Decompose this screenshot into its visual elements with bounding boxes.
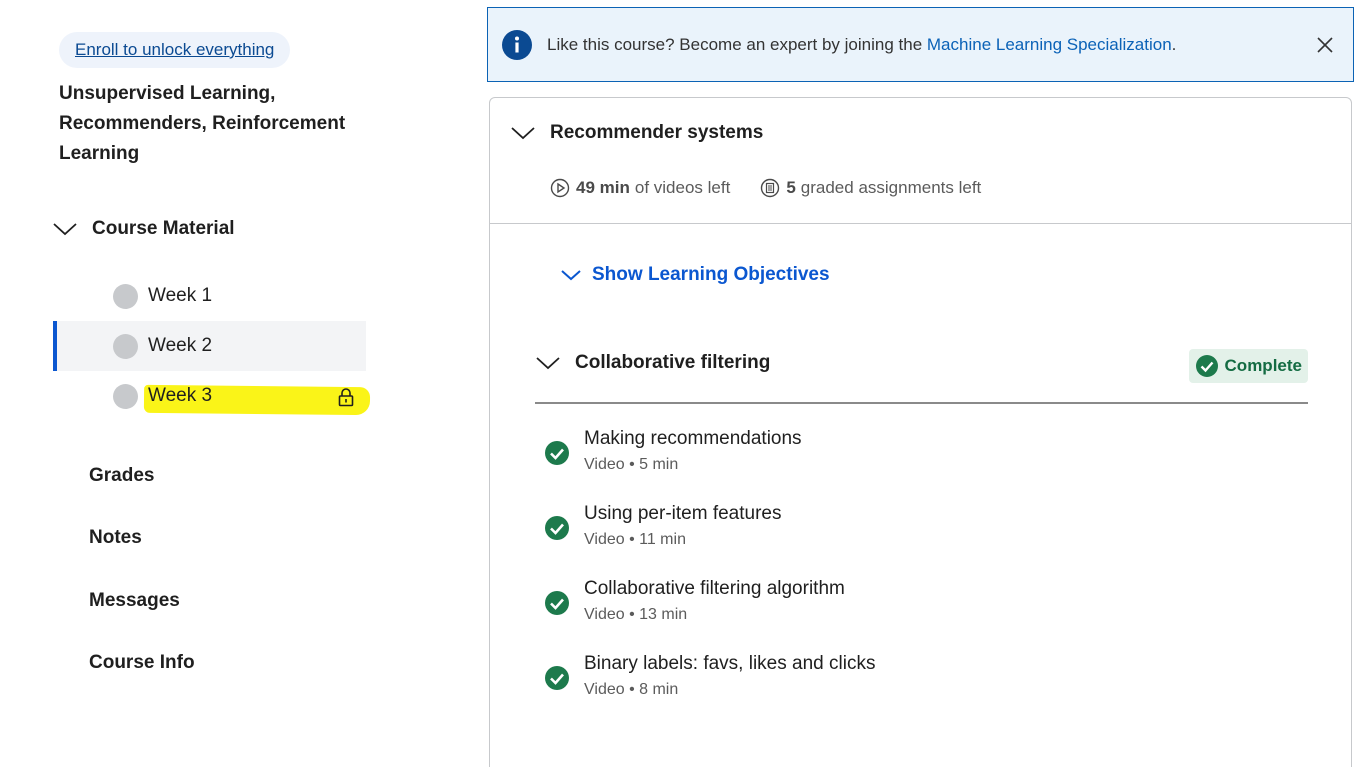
check-circle-icon — [545, 441, 569, 465]
banner-message: Like this course? Become an expert by jo… — [547, 34, 927, 54]
check-circle-icon — [545, 666, 569, 690]
sidebar-item-week-2[interactable]: Week 2 — [53, 321, 366, 371]
module-toggle[interactable]: Recommender systems — [510, 122, 763, 144]
item-title: Using per-item features — [584, 503, 782, 524]
nav-grades[interactable]: Grades — [89, 465, 154, 487]
complete-badge: Complete — [1188, 349, 1308, 383]
course-title: Unsupervised Learning, Recommenders, Rei… — [59, 83, 346, 164]
module-card: Recommender systems 49 min of videos lef… — [489, 97, 1352, 767]
banner-text: Like this course? Become an expert by jo… — [547, 35, 1176, 55]
lesson-item[interactable]: Binary labels: favs, likes and clicks Vi… — [544, 653, 1244, 707]
info-icon — [502, 29, 532, 60]
lesson-item[interactable]: Using per-item features Video • 11 min — [544, 503, 1244, 557]
week-label: Week 1 — [148, 285, 213, 306]
progress-dot-icon — [113, 383, 138, 409]
enroll-pill[interactable]: Enroll to unlock everything — [59, 32, 291, 68]
close-icon[interactable] — [1315, 35, 1335, 55]
item-title: Collaborative filtering algorithm — [584, 578, 845, 599]
lesson-item[interactable]: Making recommendations Video • 5 min — [544, 428, 1244, 482]
item-meta: Video • 11 min — [584, 531, 686, 548]
complete-label: Complete — [1224, 356, 1302, 375]
play-circle-icon — [550, 178, 570, 198]
assignment-icon — [761, 178, 780, 198]
item-meta: Video • 5 min — [584, 456, 679, 473]
sidebar-item-week-3[interactable]: Week 3 — [53, 371, 366, 421]
sidebar-item-week-1[interactable]: Week 1 — [53, 271, 366, 321]
check-circle-icon — [545, 591, 569, 615]
course-material-label: Course Material — [92, 218, 235, 239]
videos-left-value: 49 min — [576, 178, 630, 197]
lock-icon — [338, 388, 354, 407]
progress-dot-icon — [113, 283, 138, 309]
check-circle-icon — [545, 516, 569, 540]
show-learning-objectives-button[interactable]: Show Learning Objectives — [560, 264, 830, 286]
week-label: Week 3 — [148, 385, 213, 406]
assignments-left-value: 5 — [786, 178, 796, 197]
specialization-link[interactable]: Machine Learning Specialization — [927, 35, 1172, 54]
item-meta: Video • 8 min — [584, 681, 679, 698]
lesson-toggle[interactable]: Collaborative filtering — [535, 352, 770, 374]
check-circle-icon — [1195, 355, 1218, 377]
module-title: Recommender systems — [550, 122, 764, 143]
nav-notes[interactable]: Notes — [89, 527, 142, 549]
course-sidebar: Enroll to unlock everything Unsupervised… — [0, 0, 420, 767]
objectives-label: Show Learning Objectives — [592, 264, 830, 285]
specialization-banner: Like this course? Become an expert by jo… — [487, 7, 1354, 82]
lesson-header: Collaborative filtering Complete — [535, 349, 1308, 404]
chevron-down-icon — [53, 223, 77, 236]
chevron-down-icon — [511, 127, 535, 140]
assignments-left-text: graded assignments left — [800, 178, 982, 197]
item-title: Making recommendations — [584, 428, 802, 449]
item-meta: Video • 13 min — [584, 606, 688, 623]
nav-course-info[interactable]: Course Info — [89, 652, 195, 674]
course-material-toggle[interactable]: Course Material — [52, 218, 235, 240]
enroll-link[interactable]: Enroll to unlock everything — [75, 40, 274, 60]
progress-dot-icon — [113, 333, 138, 359]
chevron-down-icon — [561, 270, 581, 281]
module-header: Recommender systems 49 min of videos lef… — [490, 98, 1351, 224]
week-label: Week 2 — [148, 335, 213, 356]
banner-suffix: . — [1171, 34, 1177, 54]
item-title: Binary labels: favs, likes and clicks — [584, 653, 876, 674]
nav-messages[interactable]: Messages — [89, 590, 180, 612]
lesson-title: Collaborative filtering — [575, 352, 771, 373]
chevron-down-icon — [536, 357, 560, 370]
module-meta: 49 min of videos left 5 graded assignmen… — [550, 178, 981, 198]
lesson-item[interactable]: Collaborative filtering algorithm Video … — [544, 578, 1244, 632]
videos-left-text: of videos left — [634, 178, 731, 197]
